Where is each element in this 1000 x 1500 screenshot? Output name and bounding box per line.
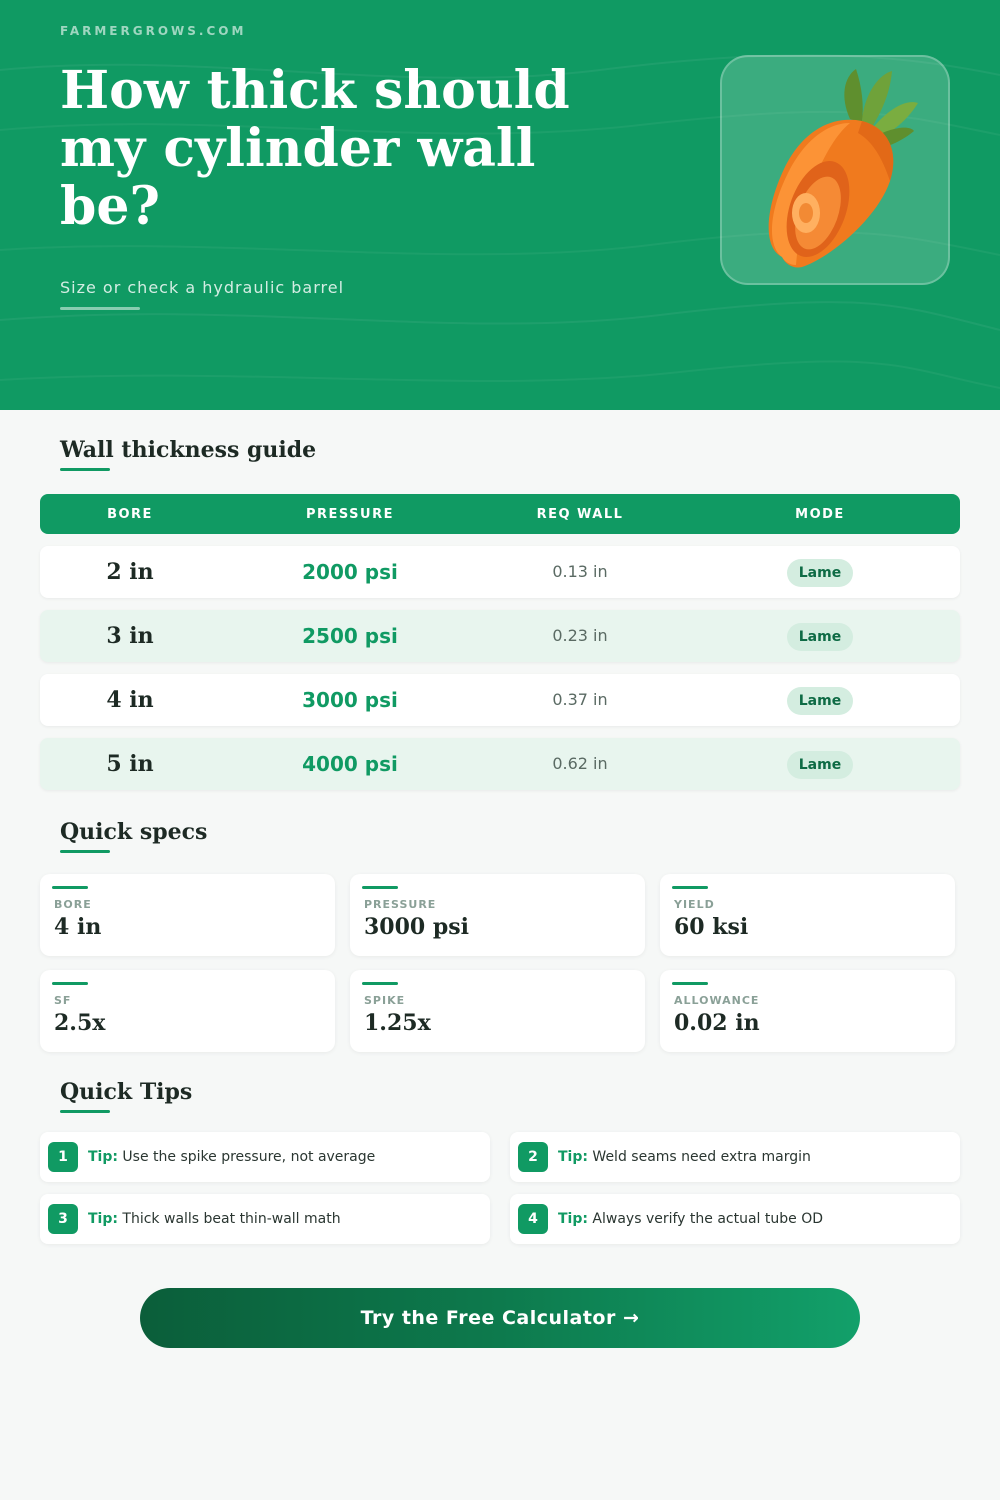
column-header-req-wall: REQ WALL bbox=[536, 507, 624, 522]
spec-label: ALLOWANCE bbox=[674, 994, 760, 1007]
tip-number: 4 bbox=[518, 1204, 548, 1234]
column-header-pressure: PRESSURE bbox=[305, 507, 394, 522]
spec-card-yield: YIELD 60 ksi bbox=[660, 874, 955, 956]
tip-text: Tip: Thick walls beat thin-wall math bbox=[88, 1194, 341, 1244]
spec-label: BORE bbox=[54, 898, 92, 911]
table-row: 5 in 4000 psi 0.62 in Lame bbox=[40, 738, 960, 790]
spec-value: 2.5x bbox=[54, 1010, 106, 1036]
spec-value: 0.02 in bbox=[674, 1010, 760, 1036]
specs-section-title: Quick specs bbox=[60, 819, 208, 845]
table-header: BORE PRESSURE REQ WALL MODE bbox=[40, 494, 960, 534]
spec-label: SPIKE bbox=[364, 994, 406, 1007]
pressure-cell: 2500 psi bbox=[302, 624, 398, 648]
table-row: 4 in 3000 psi 0.37 in Lame bbox=[40, 674, 960, 726]
card-accent-bar bbox=[362, 982, 398, 985]
spec-card-pressure: PRESSURE 3000 psi bbox=[350, 874, 645, 956]
section-underline bbox=[60, 1110, 110, 1113]
bore-cell: 3 in bbox=[106, 623, 154, 649]
spec-card-spike: SPIKE 1.25x bbox=[350, 970, 645, 1052]
mode-cell: Lame bbox=[720, 610, 920, 662]
section-underline bbox=[60, 468, 110, 471]
mode-cell: Lame bbox=[720, 738, 920, 790]
bore-cell: 5 in bbox=[106, 751, 154, 777]
mode-cell: Lame bbox=[720, 546, 920, 598]
card-accent-bar bbox=[672, 886, 708, 889]
mode-cell: Lame bbox=[720, 674, 920, 726]
tip-text: Tip: Always verify the actual tube OD bbox=[558, 1194, 823, 1244]
card-accent-bar bbox=[52, 982, 88, 985]
tip-text: Tip: Use the spike pressure, not average bbox=[88, 1132, 375, 1182]
mode-badge: Lame bbox=[786, 686, 854, 715]
spec-label: YIELD bbox=[674, 898, 715, 911]
tip-text: Tip: Weld seams need extra margin bbox=[558, 1132, 811, 1182]
table-row: 2 in 2000 psi 0.13 in Lame bbox=[40, 546, 960, 598]
mode-badge: Lame bbox=[786, 750, 854, 779]
pressure-cell: 2000 psi bbox=[302, 560, 398, 584]
mode-badge: Lame bbox=[786, 558, 854, 587]
tip-number: 1 bbox=[48, 1142, 78, 1172]
spec-value: 4 in bbox=[54, 914, 102, 940]
tip-item: 3 Tip: Thick walls beat thin-wall math bbox=[40, 1194, 490, 1244]
spec-card-bore: BORE 4 in bbox=[40, 874, 335, 956]
hero-icon-tile bbox=[720, 55, 950, 285]
section-underline bbox=[60, 850, 110, 853]
table-row: 3 in 2500 psi 0.23 in Lame bbox=[40, 610, 960, 662]
table-section-title: Wall thickness guide bbox=[60, 437, 317, 463]
page-title: How thick should my cylinder wall be? bbox=[60, 60, 570, 237]
bore-cell: 4 in bbox=[106, 687, 154, 713]
spec-value: 1.25x bbox=[364, 1010, 431, 1036]
tip-label: Tip: bbox=[558, 1149, 588, 1165]
tip-item: 4 Tip: Always verify the actual tube OD bbox=[510, 1194, 960, 1244]
card-accent-bar bbox=[672, 982, 708, 985]
tip-body: Thick walls beat thin-wall math bbox=[122, 1211, 341, 1227]
bore-cell: 2 in bbox=[106, 559, 154, 585]
pressure-cell: 4000 psi bbox=[302, 752, 398, 776]
spec-value: 60 ksi bbox=[674, 914, 749, 940]
tip-body: Weld seams need extra margin bbox=[592, 1149, 811, 1165]
tip-label: Tip: bbox=[558, 1211, 588, 1227]
column-header-mode: MODE bbox=[795, 507, 845, 522]
tip-item: 2 Tip: Weld seams need extra margin bbox=[510, 1132, 960, 1182]
spec-value: 3000 psi bbox=[364, 914, 470, 940]
card-accent-bar bbox=[362, 886, 398, 889]
page-subtitle: Size or check a hydraulic barrel bbox=[60, 278, 345, 297]
spec-card-allowance: ALLOWANCE 0.02 in bbox=[660, 970, 955, 1052]
req-wall-cell: 0.23 in bbox=[552, 626, 608, 645]
tip-label: Tip: bbox=[88, 1211, 118, 1227]
pressure-cell: 3000 psi bbox=[302, 688, 398, 712]
card-accent-bar bbox=[52, 886, 88, 889]
site-name: FARMERGROWS.COM bbox=[60, 24, 247, 38]
req-wall-cell: 0.62 in bbox=[552, 754, 608, 773]
spec-label: PRESSURE bbox=[364, 898, 437, 911]
hero-banner: FARMERGROWS.COM How thick should my cyli… bbox=[0, 0, 1000, 410]
mode-badge: Lame bbox=[786, 622, 854, 651]
column-header-bore: BORE bbox=[107, 507, 153, 522]
req-wall-cell: 0.13 in bbox=[552, 562, 608, 581]
try-calculator-button[interactable]: Try the Free Calculator → bbox=[140, 1288, 860, 1348]
tip-body: Always verify the actual tube OD bbox=[592, 1211, 824, 1227]
tip-number: 2 bbox=[518, 1142, 548, 1172]
spec-label: SF bbox=[54, 994, 72, 1007]
tip-item: 1 Tip: Use the spike pressure, not avera… bbox=[40, 1132, 490, 1182]
carrot-icon bbox=[768, 69, 918, 268]
tips-section-title: Quick Tips bbox=[60, 1079, 193, 1105]
spec-card-sf: SF 2.5x bbox=[40, 970, 335, 1052]
tip-label: Tip: bbox=[88, 1149, 118, 1165]
req-wall-cell: 0.37 in bbox=[552, 690, 608, 709]
subtitle-underline bbox=[60, 307, 140, 310]
tip-number: 3 bbox=[48, 1204, 78, 1234]
tip-body: Use the spike pressure, not average bbox=[122, 1149, 376, 1165]
